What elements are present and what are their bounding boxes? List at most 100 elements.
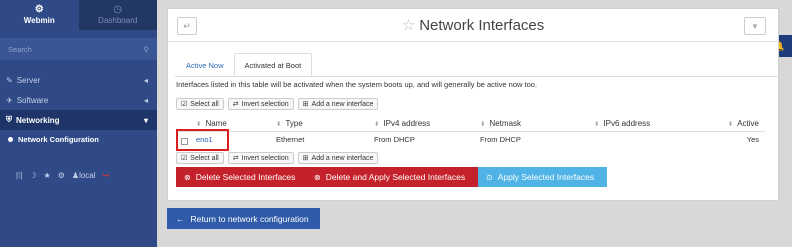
column-label: IPv4 address bbox=[383, 119, 431, 128]
times-circle-icon: ⊗ bbox=[314, 172, 321, 182]
column-type[interactable]: ⬍ Type bbox=[272, 119, 370, 128]
invert-icon: ⇄ bbox=[232, 155, 239, 162]
button-label: Select all bbox=[190, 100, 219, 108]
check-square-icon: ☑ bbox=[181, 101, 188, 108]
button-label: Invert selection bbox=[241, 154, 289, 162]
button-label: Add a new interface bbox=[311, 154, 374, 162]
tab-label: Activated at Boot bbox=[244, 60, 302, 70]
sidebar-item-label: Server bbox=[16, 75, 41, 85]
terminal-icon[interactable]: |⁞| bbox=[16, 171, 22, 180]
sidebar-search[interactable]: Search ⚲ bbox=[0, 38, 157, 60]
sidebar-subitem-label: Network Configuration bbox=[18, 134, 99, 144]
search-icon: ⚲ bbox=[143, 44, 150, 54]
user-label: local bbox=[79, 171, 96, 180]
page-title: ☆ Network Interfaces bbox=[168, 16, 778, 34]
column-label: IPv6 address bbox=[603, 119, 651, 128]
delete-selected-button[interactable]: ⊗ Delete Selected Interfaces bbox=[176, 167, 306, 187]
tab-bar: Active Now Activated at Boot bbox=[176, 53, 313, 77]
button-label: Return to network configuration bbox=[190, 213, 309, 224]
cell-netmask: From DHCP bbox=[480, 134, 521, 144]
sort-icon: ⬍ bbox=[727, 121, 734, 128]
table-row: eno1 Ethernet From DHCP From DHCP Yes bbox=[176, 132, 765, 146]
select-all-button[interactable]: ☑ Select all bbox=[176, 152, 224, 164]
sort-icon: ⬍ bbox=[196, 121, 202, 128]
filter-icon: ▼ bbox=[751, 21, 759, 31]
highlight-box bbox=[176, 129, 229, 151]
table-header: ⬍ Name ⬍ Type ⬍ IPv4 address ⬍ Netmask ⬍ IPv6… bbox=[176, 116, 765, 132]
cell-active: Yes bbox=[746, 134, 759, 144]
sidebar-item-server[interactable]: ✎ Server ◂ bbox=[0, 70, 157, 90]
shield-icon: ⛨ bbox=[6, 115, 12, 124]
tab-activated-at-boot[interactable]: Activated at Boot bbox=[233, 53, 313, 77]
sort-icon: ⬍ bbox=[480, 121, 486, 128]
sidebar-item-software[interactable]: ✈ Software ◂ bbox=[0, 90, 157, 110]
return-button[interactable]: ← Return to network configuration bbox=[167, 208, 320, 229]
toolbar-top: ☑ Select all ⇄ Invert selection ⊞ Add a new… bbox=[176, 98, 379, 110]
search-placeholder: Search bbox=[8, 44, 32, 54]
sidebar-item-label: Software bbox=[16, 95, 49, 105]
invert-selection-button[interactable]: ⇄ Invert selection bbox=[227, 152, 294, 164]
chevron-down-icon: ▾ bbox=[143, 115, 148, 125]
column-ipv4[interactable]: ⬍ IPv4 address bbox=[370, 119, 476, 128]
logout-icon[interactable]: ↪ bbox=[103, 171, 110, 180]
rocket-icon: ✈ bbox=[6, 95, 13, 105]
sort-icon: ⬍ bbox=[276, 121, 282, 128]
invert-selection-button[interactable]: ⇄ Invert selection bbox=[227, 98, 294, 110]
chevron-left-icon: ◂ bbox=[143, 75, 148, 85]
sort-icon: ⬍ bbox=[594, 121, 600, 128]
column-netmask[interactable]: ⬍ Netmask bbox=[476, 119, 590, 128]
column-label: Name bbox=[205, 119, 227, 128]
apply-selected-button[interactable]: ⊙ Apply Selected Interfaces bbox=[478, 167, 607, 187]
wrench-icon: ✎ bbox=[6, 75, 13, 85]
sidebar-bottom-icons: |⁞| ☽ ★ ⚙ ♟local ↪ bbox=[0, 171, 157, 180]
cell-type: Ethernet bbox=[276, 134, 305, 144]
add-icon: ⊞ bbox=[302, 101, 309, 108]
tab-dashboard[interactable]: ◷ Dashboard bbox=[78, 0, 157, 30]
select-all-button[interactable]: ☑ Select all bbox=[176, 98, 224, 110]
column-active[interactable]: ⬍ Active bbox=[702, 119, 765, 128]
delete-apply-button[interactable]: ⊗ Delete and Apply Selected Interfaces bbox=[306, 167, 478, 187]
tab-webmin-label: Webmin bbox=[23, 16, 55, 25]
panel-header: ↵ ☆ Network Interfaces ▼ bbox=[168, 9, 778, 42]
moon-icon[interactable]: ☽ bbox=[29, 171, 36, 180]
sidebar: ⚙ Webmin ◷ Dashboard Search ⚲ ✎ Server ◂ … bbox=[0, 0, 157, 247]
sidebar-item-label: Networking bbox=[16, 115, 60, 125]
tab-dashboard-label: Dashboard bbox=[98, 16, 138, 25]
star-outline-icon[interactable]: ☆ bbox=[402, 17, 415, 34]
dashboard-icon: ◷ bbox=[113, 4, 123, 15]
add-interface-button[interactable]: ⊞ Add a new interface bbox=[297, 152, 379, 164]
sidebar-top-tabs: ⚙ Webmin ◷ Dashboard bbox=[0, 0, 157, 30]
column-label: Active bbox=[737, 119, 759, 128]
page-title-text: Network Interfaces bbox=[419, 17, 545, 34]
button-label: Select all bbox=[190, 154, 219, 162]
column-label: Netmask bbox=[489, 119, 522, 128]
button-label: Delete and Apply Selected Interfaces bbox=[325, 172, 466, 182]
description-text: Interfaces listed in this table will be … bbox=[176, 80, 538, 89]
add-icon: ⊞ bbox=[302, 155, 309, 162]
tab-webmin[interactable]: ⚙ Webmin bbox=[0, 0, 79, 30]
tab-divider bbox=[175, 76, 778, 77]
times-circle-icon: ⊗ bbox=[184, 172, 191, 182]
filter-button[interactable]: ▼ bbox=[744, 17, 766, 35]
cell-ipv4: From DHCP bbox=[374, 134, 415, 144]
check-square-icon: ☑ bbox=[181, 155, 188, 162]
column-label: Type bbox=[285, 119, 303, 128]
button-label: Add a new interface bbox=[311, 100, 374, 108]
add-interface-button[interactable]: ⊞ Add a new interface bbox=[297, 98, 379, 110]
tab-active-now[interactable]: Active Now bbox=[176, 53, 234, 77]
column-name[interactable]: ⬍ Name bbox=[176, 119, 272, 128]
tab-label: Active Now bbox=[186, 60, 224, 70]
sidebar-item-networking[interactable]: ⛨ Networking ▾ bbox=[0, 110, 157, 130]
button-label: Delete Selected Interfaces bbox=[195, 172, 296, 182]
chevron-left-icon: ◂ bbox=[143, 95, 148, 105]
star-icon[interactable]: ★ bbox=[44, 171, 51, 180]
user-icon[interactable]: ♟local bbox=[72, 171, 96, 180]
check-circle-icon: ⊙ bbox=[486, 172, 493, 182]
interfaces-table: ⬍ Name ⬍ Type ⬍ IPv4 address ⬍ Netmask ⬍ IPv6… bbox=[176, 116, 765, 146]
invert-icon: ⇄ bbox=[232, 101, 239, 108]
sidebar-subitem-network-configuration[interactable]: Network Configuration bbox=[0, 130, 157, 148]
settings-icon[interactable]: ⚙ bbox=[58, 171, 65, 180]
column-ipv6[interactable]: ⬍ IPv6 address bbox=[590, 119, 702, 128]
sort-icon: ⬍ bbox=[374, 121, 380, 128]
button-label: Invert selection bbox=[241, 100, 289, 108]
